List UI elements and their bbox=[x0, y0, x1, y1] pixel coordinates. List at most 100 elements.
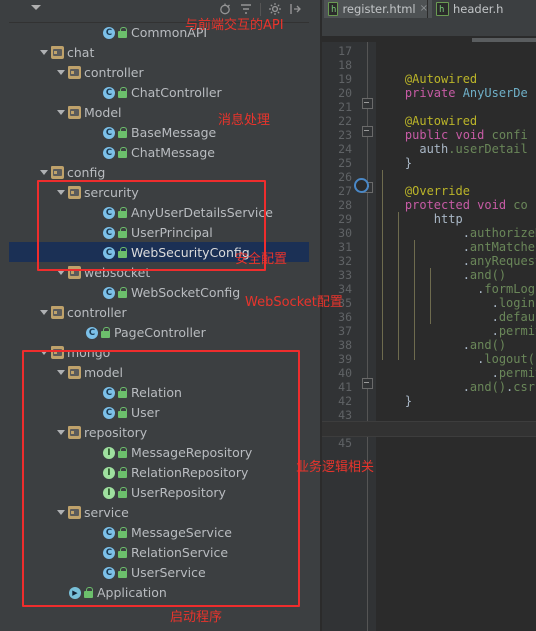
tree-node-relation[interactable]: C Relation bbox=[9, 382, 309, 402]
tree-node-pagecontroller[interactable]: C PageController bbox=[9, 322, 309, 342]
tree-node-anyuserdetailsservice[interactable]: C AnyUserDetailsService bbox=[9, 202, 309, 222]
code-token: . bbox=[376, 380, 470, 394]
tree-node-userservice[interactable]: C UserService bbox=[9, 562, 309, 582]
chevron-down-icon[interactable] bbox=[57, 70, 65, 75]
tree-node-userrepository[interactable]: I UserRepository bbox=[9, 482, 309, 502]
chevron-down-icon[interactable] bbox=[57, 270, 65, 275]
editor-tab-bar[interactable]: register.html× header.h bbox=[322, 0, 536, 19]
annotation-security: 安全配置 bbox=[235, 252, 288, 267]
chevron-down-icon[interactable] bbox=[57, 510, 65, 515]
chevron-down-icon[interactable] bbox=[40, 350, 48, 355]
tree-node-controller[interactable]: controller bbox=[9, 62, 309, 82]
class-icon: C bbox=[103, 126, 115, 139]
code-token: and() bbox=[469, 338, 507, 352]
tree-node-relationrepository[interactable]: I RelationRepository bbox=[9, 462, 309, 482]
tree-node-label: sercurity bbox=[84, 184, 139, 200]
code-token: . bbox=[376, 240, 470, 254]
code-line: } bbox=[376, 394, 412, 408]
class-icon: C bbox=[103, 146, 115, 159]
code-line: .and().csrf() bbox=[376, 380, 536, 394]
code-token: loginPag bbox=[498, 296, 536, 310]
tree-node-label: PageController bbox=[114, 324, 206, 340]
class-icon: C bbox=[103, 226, 115, 239]
code-line: .loginPag bbox=[376, 296, 536, 310]
chevron-down-icon[interactable] bbox=[57, 370, 65, 375]
editor-fold-gutter[interactable] bbox=[358, 42, 376, 631]
tree-node-userprincipal[interactable]: C UserPrincipal bbox=[9, 222, 309, 242]
public-lock-icon bbox=[118, 386, 128, 399]
line-number: 31 bbox=[338, 240, 352, 254]
public-lock-icon bbox=[118, 26, 128, 39]
code-token: permitAl bbox=[498, 366, 536, 380]
override-marker-icon[interactable] bbox=[354, 178, 369, 193]
editor-code-area[interactable]: @Autowired private AnyUserDe @Autowired … bbox=[376, 42, 536, 631]
folder-icon bbox=[68, 66, 81, 79]
tree-node-application[interactable]: ▶ Application bbox=[9, 582, 309, 602]
tree-node-service[interactable]: service bbox=[9, 502, 309, 522]
tree-node-chatmessage[interactable]: C ChatMessage bbox=[9, 142, 309, 162]
class-icon: C bbox=[103, 546, 115, 559]
tree-node-chatcontroller[interactable]: C ChatController bbox=[9, 82, 309, 102]
tree-node-label: ChatMessage bbox=[131, 144, 215, 160]
chevron-down-icon[interactable] bbox=[40, 170, 48, 175]
tree-node-config[interactable]: config bbox=[9, 162, 309, 182]
line-number: 19 bbox=[338, 72, 352, 86]
code-line: protected void co bbox=[376, 198, 528, 212]
fold-marker-25[interactable] bbox=[362, 126, 373, 137]
class-icon: C bbox=[103, 386, 115, 399]
tree-node-label: controller bbox=[67, 304, 127, 320]
ide-window: C CommonAPI chat controller C ChatController M… bbox=[0, 0, 536, 631]
tree-node-model[interactable]: model bbox=[9, 362, 309, 382]
application-icon: ▶ bbox=[69, 586, 81, 599]
folder-icon bbox=[68, 106, 81, 119]
code-token: . bbox=[376, 310, 499, 324]
public-lock-icon bbox=[118, 406, 128, 419]
folder-icon bbox=[68, 366, 81, 379]
editor-tab-headerh[interactable]: header.h bbox=[432, 0, 536, 19]
line-number: 25 bbox=[338, 156, 352, 170]
tree-node-user[interactable]: C User bbox=[9, 402, 309, 422]
editor-tab-registerhtml[interactable]: register.html× bbox=[324, 0, 432, 19]
tree-node-mongo[interactable]: mongo bbox=[9, 342, 309, 362]
public-lock-icon bbox=[118, 546, 128, 559]
tree-node-messageservice[interactable]: C MessageService bbox=[9, 522, 309, 542]
class-icon: C bbox=[103, 406, 115, 419]
tree-node-chat[interactable]: chat bbox=[9, 42, 309, 62]
public-lock-icon bbox=[118, 206, 128, 219]
line-number: 38 bbox=[338, 338, 352, 352]
line-number: 40 bbox=[338, 366, 352, 380]
public-lock-icon bbox=[118, 126, 128, 139]
code-token: @Autowired bbox=[404, 72, 478, 86]
code-line: } bbox=[376, 156, 412, 170]
code-token: protected void bbox=[404, 198, 514, 212]
tree-node-relationservice[interactable]: C RelationService bbox=[9, 542, 309, 562]
chevron-down-icon[interactable] bbox=[57, 190, 65, 195]
tree-node-sercurity[interactable]: sercurity bbox=[9, 182, 309, 202]
folder-icon bbox=[51, 346, 64, 359]
html-file-icon bbox=[328, 1, 339, 19]
tree-node-messagerepository[interactable]: I MessageRepository bbox=[9, 442, 309, 462]
folder-icon bbox=[51, 166, 64, 179]
chevron-down-icon[interactable] bbox=[40, 310, 48, 315]
code-token: . bbox=[376, 324, 499, 338]
chevron-down-icon[interactable] bbox=[57, 110, 65, 115]
line-number: 36 bbox=[338, 310, 352, 324]
tree-node-label: controller bbox=[84, 64, 144, 80]
public-lock-icon bbox=[118, 246, 128, 259]
project-scrollbar-track[interactable] bbox=[309, 22, 320, 631]
collapse-all-icon[interactable] bbox=[31, 5, 41, 10]
code-token: } bbox=[376, 156, 413, 170]
fold-marker-42[interactable] bbox=[362, 378, 373, 389]
tree-node-repository[interactable]: repository bbox=[9, 422, 309, 442]
hide-panel-icon[interactable] bbox=[289, 2, 303, 16]
tree-node-label: ChatController bbox=[131, 84, 222, 100]
chevron-down-icon[interactable] bbox=[40, 50, 48, 55]
tree-node-label: websocket bbox=[84, 264, 151, 280]
chevron-down-icon[interactable] bbox=[57, 430, 65, 435]
line-number: 22 bbox=[338, 114, 352, 128]
line-number: 37 bbox=[338, 324, 352, 338]
class-icon: C bbox=[103, 566, 115, 579]
fold-marker-23[interactable] bbox=[362, 98, 373, 109]
code-token: . bbox=[376, 338, 470, 352]
